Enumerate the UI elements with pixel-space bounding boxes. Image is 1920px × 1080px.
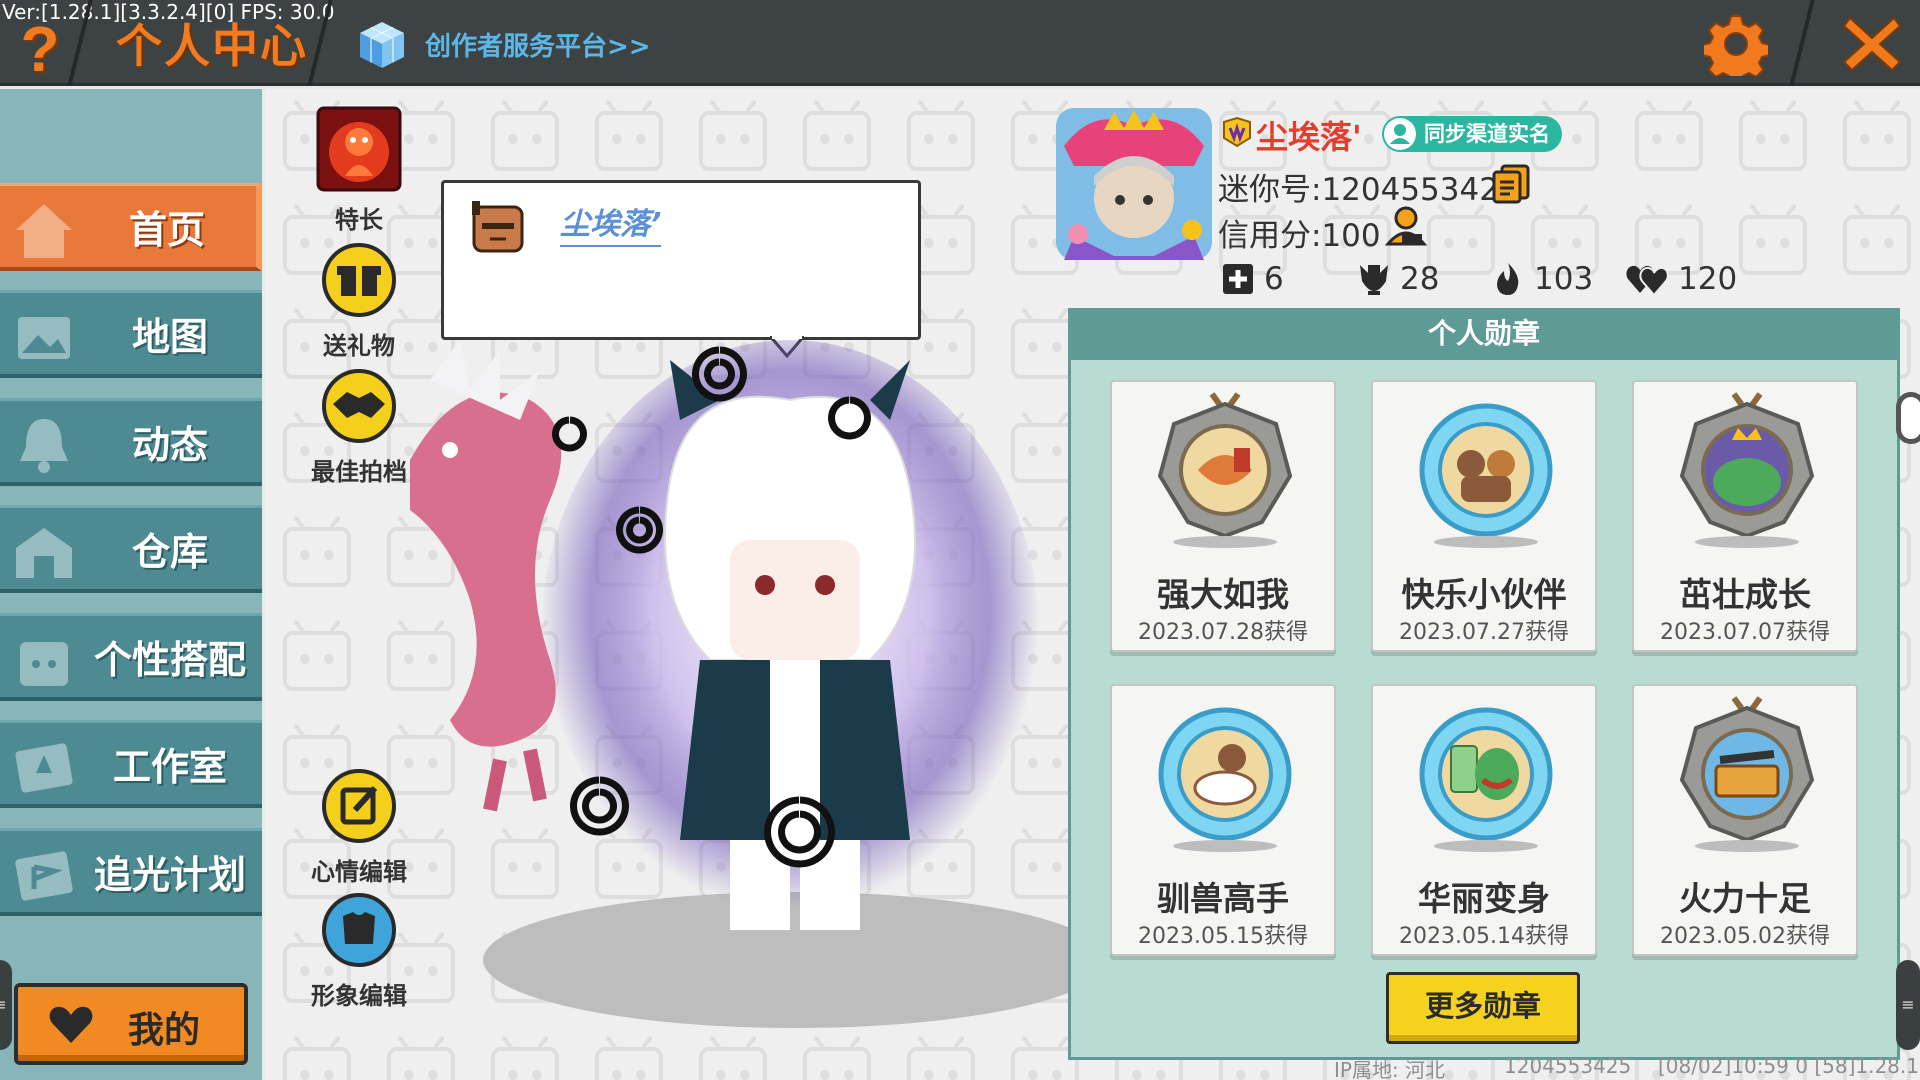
realname-badge[interactable]: 同步渠道实名	[1382, 116, 1562, 152]
right-scroll-knob[interactable]	[1896, 392, 1920, 444]
stat-value: 103	[1534, 261, 1594, 297]
medal-date: 2023.05.14获得	[1399, 924, 1569, 949]
flame-icon	[1497, 263, 1519, 295]
medal-date: 2023.05.02获得	[1660, 924, 1830, 949]
gift-icon	[322, 243, 396, 317]
stat-popularity[interactable]: 103	[1490, 258, 1593, 300]
copy-icon[interactable]	[1492, 164, 1530, 204]
avatar[interactable]	[1054, 106, 1214, 262]
help-button[interactable]: ?	[12, 16, 68, 82]
medal-date: 2023.05.15获得	[1138, 924, 1308, 949]
medal-stone-icon	[1679, 392, 1815, 548]
nav-item-map[interactable]: 地图	[0, 290, 262, 378]
more-medals-button[interactable]: 更多勋章	[1386, 972, 1580, 1044]
nav-item-chase-light[interactable]: 追光计划	[0, 828, 262, 916]
medal-card[interactable]: 茁壮成长 2023.07.07获得	[1632, 380, 1858, 652]
stat-value: 6	[1264, 261, 1284, 297]
warehouse-icon	[16, 528, 72, 578]
page-title: 个人中心	[116, 19, 308, 73]
medal-panel-title: 个人勋章	[1068, 308, 1900, 360]
heart-icon	[49, 1006, 93, 1043]
nav-item-studio[interactable]: 工作室	[0, 720, 262, 808]
nav-item-home[interactable]: 首页	[0, 183, 262, 271]
medal-name: 茁壮成长	[1679, 575, 1811, 614]
nav-item-label: 仓库	[131, 530, 208, 574]
medal-stone-icon	[1157, 392, 1293, 548]
mood-bubble[interactable]: 尘埃落’	[441, 180, 921, 340]
medal-name: 华丽变身	[1418, 879, 1550, 918]
trophy-icon	[1360, 265, 1388, 295]
medal-date: 2023.07.27获得	[1399, 620, 1569, 645]
house-icon	[16, 204, 72, 258]
nav-item-warehouse[interactable]: 仓库	[0, 505, 262, 593]
medal-stone-icon	[1679, 696, 1815, 852]
nav-item-label: 首页	[128, 208, 205, 252]
specialty-label: 特长	[335, 206, 383, 234]
nav-item-label: 地图	[131, 315, 208, 359]
credit-user-icon[interactable]	[1384, 204, 1428, 248]
stat-value: 120	[1678, 261, 1738, 297]
nickname: 尘埃落'	[1256, 118, 1362, 156]
nav-item-label: 动态	[131, 423, 208, 467]
vip-icon	[1223, 116, 1251, 148]
top-bar: Ver:[1.28.1][3.3.2.4][0] FPS: 30.0 ? 个人中…	[0, 0, 1920, 86]
hearts-icon	[1626, 265, 1669, 297]
mood-owner-name: 尘埃落’	[560, 199, 662, 247]
plus-icon	[1223, 264, 1253, 294]
mine-label: 我的	[128, 1010, 201, 1051]
nav-item-label: 追光计划	[93, 853, 246, 897]
ip-location: IP属地: 河北	[1334, 1058, 1446, 1080]
character-preview[interactable]	[370, 340, 1070, 1040]
divider	[1789, 0, 1815, 86]
medal-card[interactable]: 强大如我 2023.07.28获得	[1110, 380, 1336, 652]
medal-crystal-icon	[1158, 707, 1292, 852]
picture-icon	[18, 317, 70, 359]
medal-card[interactable]: 华丽变身 2023.05.14获得	[1371, 684, 1597, 956]
stat-value: 28	[1400, 261, 1440, 297]
creator-platform-link[interactable]: 创作者服务平台>>	[425, 26, 651, 63]
nav-item-label: 个性搭配	[93, 638, 246, 682]
specialty-button[interactable]: 特长	[304, 106, 414, 235]
medal-card[interactable]: 火力十足 2023.05.02获得	[1632, 684, 1858, 956]
footer-uid: 1204553425	[1504, 1054, 1632, 1078]
left-drawer-handle[interactable]: ≡	[0, 960, 12, 1050]
credit-score: 信用分:100	[1218, 218, 1381, 254]
studio-icon	[15, 743, 73, 793]
character-head-icon	[472, 201, 524, 253]
medal-date: 2023.07.07获得	[1660, 620, 1830, 645]
nav-item-feed[interactable]: 动态	[0, 398, 262, 486]
medal-name: 火力十足	[1679, 879, 1811, 918]
mini-id: 迷你号:1204553425	[1218, 172, 1519, 208]
bell-icon	[20, 419, 68, 473]
close-icon[interactable]	[1840, 12, 1904, 76]
gear-icon[interactable]	[1704, 12, 1768, 76]
stat-likes[interactable]: 28	[1356, 258, 1439, 300]
medal-crystal-icon	[1419, 403, 1553, 548]
medal-date: 2023.07.28获得	[1138, 620, 1308, 645]
medal-name: 驯兽高手	[1157, 879, 1289, 918]
dragon-pet	[410, 340, 562, 812]
right-drawer-handle[interactable]: ≡	[1896, 960, 1920, 1050]
medal-name: 快乐小伙伴	[1401, 575, 1567, 614]
cube-icon[interactable]	[358, 20, 406, 70]
flag-icon	[15, 851, 73, 901]
outfit-icon	[20, 642, 68, 686]
stat-add-friend[interactable]: 6	[1220, 258, 1284, 300]
footer-session: [08/02]10:59 0 [58]1.28.1	[1658, 1054, 1919, 1078]
nav-item-label: 工作室	[112, 745, 227, 789]
verified-user-icon	[1384, 118, 1416, 150]
mine-button[interactable]: 我的	[14, 983, 248, 1065]
specialty-icon	[316, 106, 402, 192]
medal-name: 强大如我	[1157, 575, 1289, 614]
stat-friends[interactable]: 120	[1626, 258, 1737, 300]
realname-label: 同步渠道实名	[1424, 122, 1550, 146]
nav-item-outfit[interactable]: 个性搭配	[0, 613, 262, 701]
medal-card[interactable]: 快乐小伙伴 2023.07.27获得	[1371, 380, 1597, 652]
medal-card[interactable]: 驯兽高手 2023.05.15获得	[1110, 684, 1336, 956]
medal-crystal-icon	[1419, 707, 1553, 852]
